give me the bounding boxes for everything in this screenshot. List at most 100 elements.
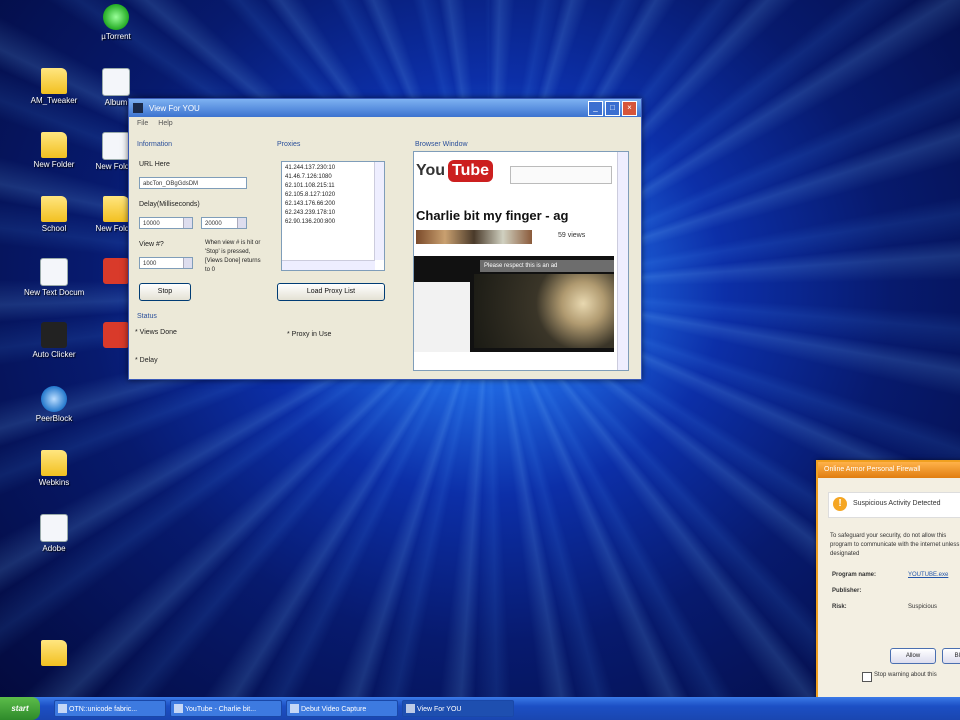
menu-bar: File Help <box>129 117 641 129</box>
video-title: Charlie bit my finger - ag <box>416 208 569 223</box>
views-label: View #? <box>139 241 164 248</box>
proxy-list-item[interactable]: 62.143.176.66:200 <box>282 200 384 209</box>
desktop-icon[interactable]: Auto Clicker <box>24 322 84 359</box>
ad-banner[interactable]: Please respect this is an ad <box>480 260 614 272</box>
spin-arrows-icon[interactable] <box>237 218 246 228</box>
browser-window[interactable]: You Tube Charlie bit my finger - ag 59 v… <box>413 151 629 371</box>
folder-icon <box>41 450 67 476</box>
information-group-label: Information <box>137 141 173 148</box>
minimize-icon[interactable]: _ <box>588 100 603 116</box>
spin-arrows-icon[interactable] <box>183 258 192 268</box>
program-label: Program name: <box>832 572 877 578</box>
close-icon[interactable]: × <box>622 100 637 116</box>
program-value[interactable]: YOUTUBE.exe <box>908 572 948 578</box>
app-icon <box>133 103 143 113</box>
views-value: 1000 <box>143 261 157 267</box>
delay-min-stepper[interactable]: 10000 <box>139 217 193 229</box>
dialog-header: ! Suspicious Activity Detected <box>828 492 960 518</box>
allow-button[interactable]: Allow <box>890 648 936 664</box>
document-icon <box>102 68 130 96</box>
app-window: View For YOU _ □ × File Help Information… <box>128 98 642 380</box>
block-button[interactable]: Block <box>942 648 960 664</box>
proxy-list-item[interactable]: 62.105.8.127:1020 <box>282 191 384 200</box>
proxy-list-item[interactable]: 41.244.137.230:10 <box>282 164 384 173</box>
taskbar-item-label: YouTube - Charlie bit... <box>185 706 257 713</box>
dialog-heading: Suspicious Activity Detected <box>853 500 941 507</box>
risk-label: Risk: <box>832 604 847 610</box>
desktop-icon[interactable]: PeerBlock <box>24 386 84 423</box>
app-icon <box>58 704 67 713</box>
desktop-icon-label: School <box>41 224 67 233</box>
delay-max-value: 20000 <box>205 221 222 227</box>
dialog-body: To safeguard your security, do not allow… <box>830 533 960 557</box>
desktop-icon[interactable] <box>24 640 84 668</box>
youtube-logo-tube[interactable]: Tube <box>448 160 494 182</box>
folder-icon <box>41 132 67 158</box>
desktop-icon-label: New Text Document <box>24 288 84 297</box>
load-proxy-list-button[interactable]: Load Proxy List <box>277 283 385 301</box>
youtube-logo-you[interactable]: You <box>416 162 445 180</box>
publisher-label: Publisher: <box>832 588 862 594</box>
taskbar-item-debut[interactable]: Debut Video Capture <box>286 700 398 717</box>
taskbar-item-label: View For YOU <box>417 706 462 713</box>
video-player[interactable]: Please respect this is an ad <box>414 256 614 352</box>
maximize-icon[interactable]: □ <box>605 100 620 116</box>
url-input[interactable]: abcTon_OBgGdsDM <box>139 177 247 189</box>
folder-icon <box>41 68 67 94</box>
delay-status: * Delay <box>135 357 158 364</box>
proxy-list-scrollbar[interactable] <box>374 162 384 260</box>
remember-checkbox[interactable] <box>862 672 872 682</box>
remember-label: Stop warning about this <box>874 672 937 678</box>
record-icon <box>290 704 299 713</box>
warning-icon: ! <box>833 497 847 511</box>
video-frame[interactable] <box>474 274 614 348</box>
menu-file[interactable]: File <box>137 120 148 127</box>
views-stepper[interactable]: 1000 <box>139 257 193 269</box>
desktop-icon[interactable]: New Folder <box>24 132 84 169</box>
proxies-group-label: Proxies <box>277 141 301 148</box>
red-icon <box>103 322 129 348</box>
thumbnail-strip[interactable] <box>416 230 532 244</box>
dialog-title[interactable]: Online Armor Personal Firewall <box>818 462 960 478</box>
desktop-icon[interactable]: AM_Tweaker <box>24 68 84 105</box>
proxy-list[interactable]: 41.244.137.230:10 41.46.7.126:1080 62.101.… <box>281 161 385 271</box>
stop-button[interactable]: Stop <box>139 283 191 301</box>
taskbar-item-youtube[interactable]: YouTube - Charlie bit... <box>170 700 282 717</box>
proxy-in-use-status: * Proxy in Use <box>287 331 332 338</box>
desktop-icon-label: Adobe <box>42 544 66 553</box>
document-icon <box>102 132 130 160</box>
taskbar-item-otn[interactable]: OTN::unicode fabric... <box>54 700 166 717</box>
youtube-search-input[interactable] <box>510 166 612 184</box>
desktop-icon[interactable]: School <box>24 196 84 233</box>
views-done-status: * Views Done <box>135 329 177 336</box>
desktop-icon-label: PeerBlock <box>35 414 73 423</box>
menu-help[interactable]: Help <box>158 120 172 127</box>
proxy-list-hscrollbar[interactable] <box>282 260 375 270</box>
desktop-icon-label: Auto Clicker <box>32 350 76 359</box>
browser-scrollbar[interactable] <box>617 152 628 370</box>
views-note: When view # is hit or 'Stop' is pressed,… <box>205 240 261 273</box>
start-button[interactable]: start <box>0 697 40 720</box>
folder-icon <box>41 196 67 222</box>
risk-value: Suspicious <box>908 604 938 610</box>
folder-icon <box>41 640 67 666</box>
spin-arrows-icon[interactable] <box>183 218 192 228</box>
delay-max-stepper[interactable]: 20000 <box>201 217 247 229</box>
desktop-icon[interactable]: µTorrent <box>86 4 146 41</box>
taskbar-item-label: OTN::unicode fabric... <box>69 706 138 713</box>
browser-group-label: Browser Window <box>415 141 468 148</box>
taskbar: start OTN::unicode fabric... YouTube - C… <box>0 697 960 720</box>
document-icon <box>40 514 68 542</box>
proxy-list-item[interactable]: 41.46.7.126:1080 <box>282 173 384 182</box>
folder-icon <box>103 196 129 222</box>
taskbar-item-view-for-you[interactable]: View For YOU <box>402 700 514 717</box>
proxy-list-item[interactable]: 62.90.136.200:800 <box>282 218 384 227</box>
proxy-list-item[interactable]: 62.101.108.215:11 <box>282 182 384 191</box>
delay-label: Delay(Milliseconds) <box>139 201 200 208</box>
desktop-icon[interactable]: Webkins <box>24 450 84 487</box>
desktop-icon[interactable]: Adobe <box>24 514 84 553</box>
desktop-icon[interactable]: New Text Document <box>24 258 84 297</box>
proxy-list-item[interactable]: 62.243.239.178:10 <box>282 209 384 218</box>
desktop-icon-label: New Folder <box>33 160 75 169</box>
window-titlebar[interactable]: View For YOU _ □ × <box>129 99 641 117</box>
